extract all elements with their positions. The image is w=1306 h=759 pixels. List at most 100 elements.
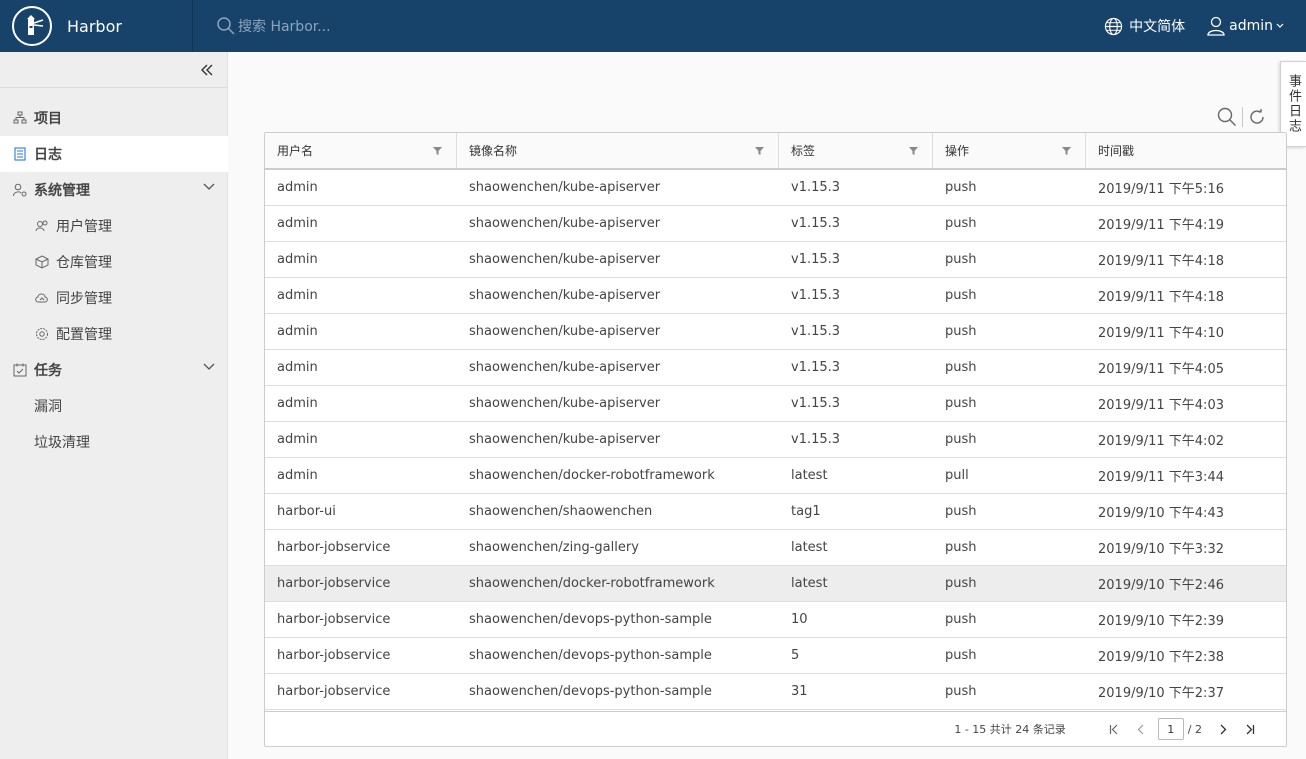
cell-operation: push	[945, 432, 977, 447]
table-row[interactable]: admin shaowenchen/kube-apiserver v1.15.3 pu…	[265, 278, 1286, 314]
table-row[interactable]: harbor-jobservice shaowenchen/devops-pyth…	[265, 638, 1286, 674]
cell-username: admin	[277, 180, 318, 195]
cell-username: admin	[277, 468, 318, 483]
cell-username: admin	[277, 216, 318, 231]
cell-tag: v1.15.3	[791, 288, 841, 303]
cell-operation: push	[945, 360, 977, 375]
sidebar-item-tasks[interactable]: 任务	[0, 352, 228, 388]
table-row[interactable]: admin shaowenchen/kube-apiserver v1.15.3 pu…	[265, 350, 1286, 386]
chevron-down-icon	[203, 183, 215, 190]
table-row[interactable]: harbor-jobservice shaowenchen/devops-pyth…	[265, 674, 1286, 710]
column-header-tag[interactable]: 标签	[779, 133, 933, 168]
next-page-button[interactable]	[1213, 719, 1233, 739]
sidebar-item-label: 漏洞	[34, 399, 62, 415]
column-header-operation[interactable]: 操作	[933, 133, 1086, 168]
pagination: 1 - 15 共计 24 条记录 / 2	[265, 711, 1286, 746]
sidebar-item-users[interactable]: 用户管理	[0, 208, 228, 244]
cell-tag: latest	[791, 576, 828, 591]
table-row[interactable]: harbor-jobservice shaowenchen/zing-galler…	[265, 530, 1286, 566]
column-header-username[interactable]: 用户名	[265, 133, 457, 168]
cell-operation: push	[945, 216, 977, 231]
cell-timestamp: 2019/9/10 下午2:38	[1098, 650, 1224, 665]
sidebar-item-vulnerability[interactable]: 漏洞	[0, 388, 228, 424]
sidebar-item-label: 同步管理	[56, 291, 112, 307]
table-row[interactable]: admin shaowenchen/kube-apiserver v1.15.3 pu…	[265, 206, 1286, 242]
divider	[0, 87, 228, 88]
column-header-repository[interactable]: 镜像名称	[457, 133, 779, 168]
cell-username: harbor-jobservice	[277, 540, 391, 555]
cell-username: admin	[277, 252, 318, 267]
sidebar-item-registries[interactable]: 仓库管理	[0, 244, 228, 280]
global-search[interactable]: 搜索 Harbor...	[216, 16, 616, 36]
last-page-icon	[1246, 724, 1254, 734]
cell-operation: push	[945, 540, 977, 555]
cell-repository: shaowenchen/zing-gallery	[469, 540, 639, 555]
sidebar-item-replications[interactable]: 同步管理	[0, 280, 228, 316]
cell-operation: push	[945, 648, 977, 663]
column-header-timestamp[interactable]: 时间戳	[1086, 133, 1286, 168]
prev-page-button[interactable]	[1131, 719, 1151, 739]
brand[interactable]: Harbor	[0, 0, 193, 52]
event-log-label: 事件日志	[1286, 74, 1301, 134]
cell-repository: shaowenchen/kube-apiserver	[469, 324, 661, 339]
cell-username: harbor-jobservice	[277, 612, 391, 627]
table-row[interactable]: admin shaowenchen/kube-apiserver v1.15.3 pu…	[265, 422, 1286, 458]
cell-repository: shaowenchen/devops-python-sample	[469, 684, 712, 699]
sidebar-item-configuration[interactable]: 配置管理	[0, 316, 228, 352]
cell-timestamp: 2019/9/11 下午5:16	[1098, 182, 1224, 197]
chevron-left-icon	[1137, 724, 1144, 734]
table-row[interactable]: harbor-jobservice shaowenchen/devops-pyth…	[265, 602, 1286, 638]
table-row[interactable]: harbor-jobservice shaowenchen/docker-robo…	[265, 566, 1286, 602]
cell-timestamp: 2019/9/11 下午3:44	[1098, 470, 1224, 485]
language-switcher[interactable]: 中文简体	[1104, 16, 1185, 36]
table-row[interactable]: admin shaowenchen/kube-apiserver v1.15.3 pu…	[265, 242, 1286, 278]
cell-repository: shaowenchen/kube-apiserver	[469, 252, 661, 267]
first-page-icon	[1110, 724, 1118, 734]
page-number-input[interactable]	[1157, 718, 1184, 740]
sidebar-item-logs[interactable]: 日志	[0, 136, 228, 172]
sidebar-item-garbage-collection[interactable]: 垃圾清理	[0, 424, 228, 460]
cell-tag: latest	[791, 540, 828, 555]
last-page-button[interactable]	[1239, 719, 1259, 739]
search-icon[interactable]	[1217, 107, 1237, 127]
table-toolbar	[1217, 107, 1266, 127]
search-input[interactable]: 搜索 Harbor...	[238, 16, 331, 36]
sidebar-item-projects[interactable]: 项目	[0, 100, 228, 136]
cell-repository: shaowenchen/shaowenchen	[469, 504, 653, 519]
refresh-icon[interactable]	[1248, 108, 1266, 126]
filter-icon[interactable]	[755, 147, 764, 155]
cell-repository: shaowenchen/docker-robotframework	[469, 468, 715, 483]
table-row[interactable]: admin shaowenchen/kube-apiserver v1.15.3 pu…	[265, 170, 1286, 206]
filter-icon[interactable]	[909, 147, 918, 155]
column-label: 标签	[791, 144, 816, 158]
table-row[interactable]: admin shaowenchen/docker-robotframework la…	[265, 458, 1286, 494]
first-page-button[interactable]	[1105, 719, 1125, 739]
cell-tag: v1.15.3	[791, 396, 841, 411]
cell-timestamp: 2019/9/10 下午2:37	[1098, 686, 1224, 701]
cell-repository: shaowenchen/kube-apiserver	[469, 396, 661, 411]
cell-username: harbor-jobservice	[277, 648, 391, 663]
cell-repository: shaowenchen/devops-python-sample	[469, 612, 712, 627]
cell-operation: push	[945, 612, 977, 627]
cell-timestamp: 2019/9/11 下午4:18	[1098, 254, 1224, 269]
table-row[interactable]: harbor-ui shaowenchen/shaowenchen tag1 push…	[265, 494, 1286, 530]
table-row[interactable]: admin shaowenchen/kube-apiserver v1.15.3 pu…	[265, 386, 1286, 422]
table-row[interactable]: admin shaowenchen/kube-apiserver v1.15.3 pu…	[265, 314, 1286, 350]
cell-repository: shaowenchen/docker-robotframework	[469, 576, 715, 591]
table-body: admin shaowenchen/kube-apiserver v1.15.3 pu…	[265, 170, 1286, 710]
cell-username: admin	[277, 324, 318, 339]
filter-icon[interactable]	[433, 147, 442, 155]
filter-icon[interactable]	[1062, 147, 1071, 155]
cell-operation: push	[945, 684, 977, 699]
collapse-sidebar-button[interactable]	[197, 60, 217, 80]
cell-tag: v1.15.3	[791, 216, 841, 231]
cell-username: admin	[277, 288, 318, 303]
cell-username: harbor-jobservice	[277, 684, 391, 699]
cell-operation: push	[945, 396, 977, 411]
user-menu[interactable]: admin	[1207, 16, 1284, 36]
language-label: 中文简体	[1129, 19, 1186, 35]
cell-timestamp: 2019/9/11 下午4:19	[1098, 218, 1224, 233]
sidebar-item-label: 配置管理	[56, 327, 112, 343]
cell-timestamp: 2019/9/10 下午2:46	[1098, 578, 1224, 593]
sidebar-item-administration[interactable]: 系统管理	[0, 172, 228, 208]
